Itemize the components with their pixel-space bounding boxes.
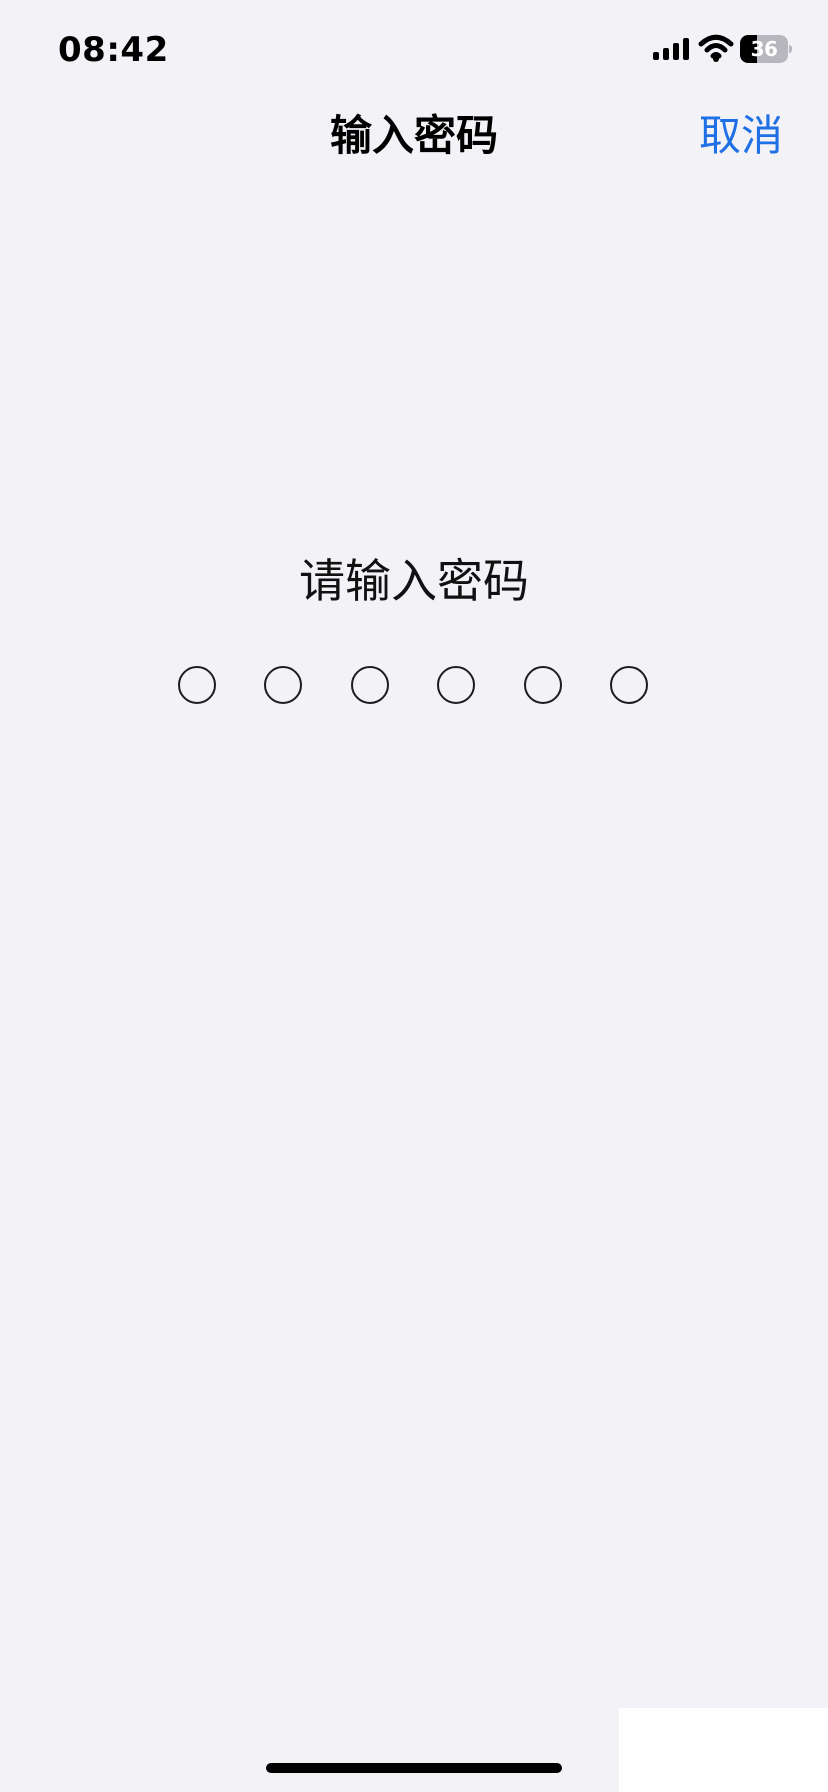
passcode-prompt: 请输入密码 [299, 554, 529, 608]
wifi-icon [698, 34, 734, 62]
battery-shell: 36 [740, 35, 788, 63]
passcode-dots[interactable] [178, 665, 648, 705]
passcode-dot [609, 666, 648, 704]
passcode-dot [523, 666, 562, 704]
passcode-dot [350, 666, 389, 704]
cancel-button[interactable]: 取消 [699, 106, 783, 166]
battery-level-text: 36 [750, 37, 778, 61]
battery-cap [789, 45, 792, 53]
passcode-dot [178, 666, 216, 704]
signal-icon [653, 38, 689, 60]
bottom-white-area [619, 1708, 828, 1792]
passcode-dot [264, 666, 303, 704]
status-bar: 08:42 36 [0, 0, 828, 96]
battery-icon: 36 [740, 35, 792, 63]
passcode-dot [437, 666, 476, 704]
home-indicator[interactable] [266, 1763, 562, 1773]
passcode-screen: 08:42 36 输入密码 取消 请输入密码 [0, 0, 828, 1792]
status-time: 08:42 [58, 30, 169, 70]
